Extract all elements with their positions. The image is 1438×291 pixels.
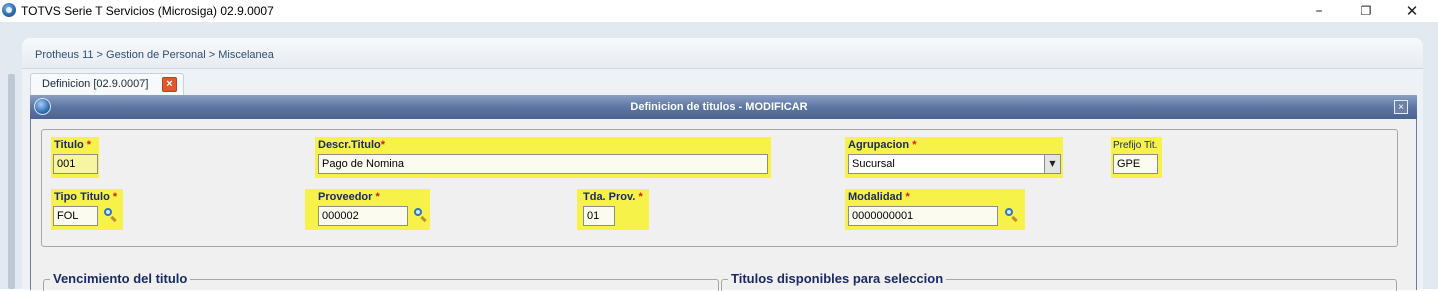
prefijo-tit-label: Prefijo Tit. — [1113, 140, 1158, 151]
tipo-titulo-required-mark: * — [112, 191, 118, 203]
search-icon[interactable] — [413, 208, 427, 222]
vencimiento-title: Vencimiento del titulo — [50, 271, 191, 286]
agrupacion-select[interactable]: Sucursal — [848, 154, 1061, 174]
agrupacion-label: Agrupacion * — [848, 139, 916, 151]
search-icon[interactable] — [103, 208, 117, 222]
restore-button[interactable]: ❐ — [1343, 0, 1389, 22]
titulo-label: Titulo * — [54, 139, 91, 151]
proveedor-label: Proveedor * — [318, 191, 380, 203]
modalidad-label: Modalidad * — [848, 191, 910, 203]
tab-close-icon[interactable]: × — [162, 77, 177, 92]
modalidad-required-mark: * — [905, 191, 910, 203]
tab-definicion-label[interactable]: Definicion [02.9.0007] — [42, 78, 148, 90]
proveedor-label-text: Proveedor — [318, 191, 373, 203]
close-window-button[interactable]: ✕ — [1389, 0, 1435, 22]
descr-titulo-required-mark: * — [380, 139, 386, 151]
tipo-titulo-label-text: Tipo Titulo — [54, 191, 110, 203]
modalidad-field[interactable]: 0000000001 — [848, 206, 998, 226]
tda-prov-field[interactable]: 01 — [583, 206, 615, 226]
titulo-label-text: Titulo — [54, 139, 84, 151]
tda-prov-label: Tda. Prov. * — [583, 191, 643, 203]
modalidad-label-text: Modalidad — [848, 191, 903, 203]
titulo-field[interactable]: 001 — [53, 154, 98, 174]
proveedor-required-mark: * — [375, 191, 380, 203]
dialog-close-button[interactable]: × — [1394, 100, 1408, 114]
titulos-disponibles-title: Titulos disponibles para seleccion — [728, 271, 947, 286]
titulo-required-mark: * — [86, 139, 92, 151]
tipo-titulo-label: Tipo Titulo * — [54, 191, 117, 203]
proveedor-field[interactable]: 000002 — [318, 206, 408, 226]
minimize-button[interactable]: – — [1296, 0, 1342, 22]
descr-titulo-label-text: Descr.Titulo — [318, 139, 381, 151]
dialog-title: Definicion de titulos - MODIFICAR — [630, 101, 808, 113]
tda-prov-label-text: Tda. Prov. — [583, 191, 636, 203]
descr-titulo-field[interactable]: Pago de Nomina — [318, 154, 768, 174]
prefijo-tit-field[interactable]: GPE — [1113, 154, 1158, 174]
agrupacion-label-text: Agrupacion — [848, 139, 910, 151]
chevron-down-icon[interactable]: ▼ — [1044, 155, 1060, 173]
search-icon[interactable] — [1004, 208, 1018, 222]
window-title: TOTVS Serie T Servicios (Microsiga) 02.9… — [21, 4, 274, 18]
app-logo-icon — [2, 3, 16, 17]
descr-titulo-label: Descr.Titulo* — [318, 139, 385, 151]
tipo-titulo-field[interactable]: FOL — [53, 206, 98, 226]
breadcrumb[interactable]: Protheus 11 > Gestion de Personal > Misc… — [35, 49, 274, 61]
agrupacion-required-mark: * — [912, 139, 917, 151]
tda-prov-required-mark: * — [638, 191, 643, 203]
